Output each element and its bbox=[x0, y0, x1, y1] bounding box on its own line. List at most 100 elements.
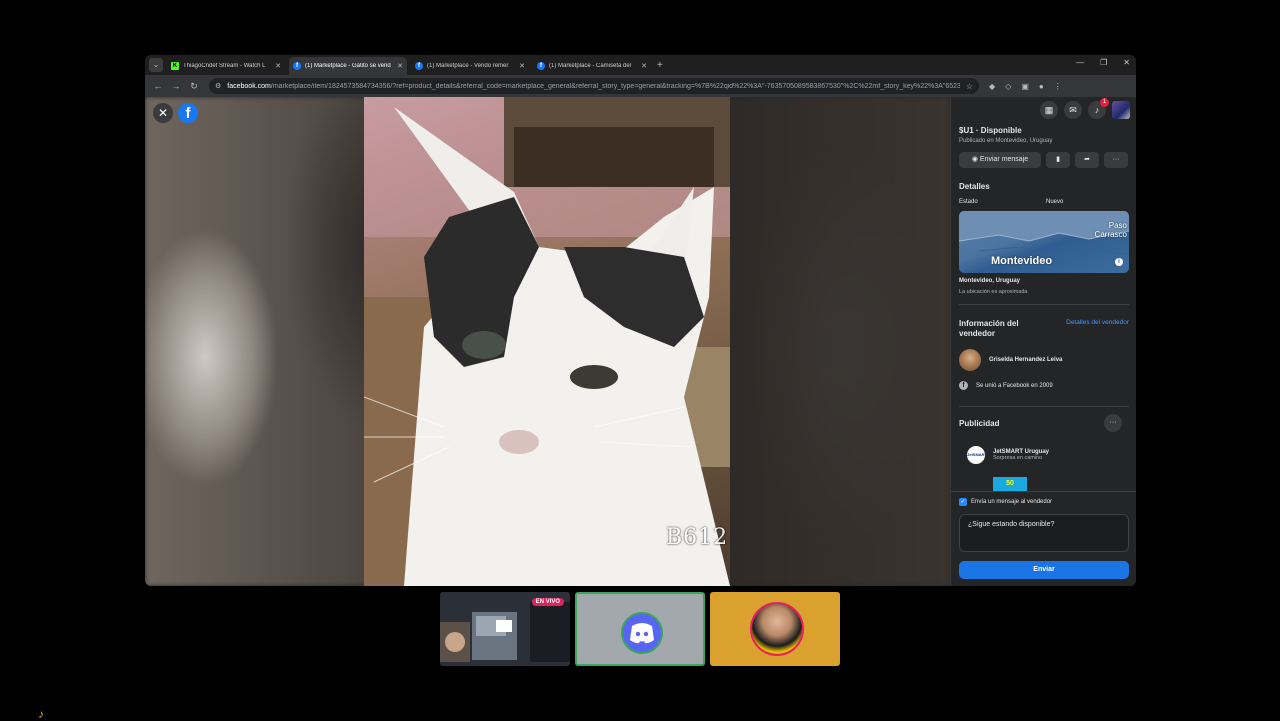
map-info-icon[interactable]: i bbox=[1115, 258, 1123, 266]
extensions-area: ◆ ◇ ▣ ● ⋮ bbox=[989, 82, 1062, 91]
cat-illustration bbox=[364, 97, 730, 586]
seller-joined-row: f Se unió a Facebook en 2009 bbox=[959, 381, 1129, 390]
seller-details-link[interactable]: Detalles del vendedor bbox=[1066, 319, 1129, 339]
tab-marketplace-remera[interactable]: f (1) Marketplace - Vendo remer ✕ bbox=[411, 57, 529, 75]
tab-search-button[interactable]: ⌄ bbox=[149, 58, 163, 72]
send-checkbox-label: Envía un mensaje al vendedor bbox=[971, 499, 1053, 505]
facebook-top-icons: ▦ ✉ ♪ 1 bbox=[1040, 98, 1130, 119]
facebook-icon: f bbox=[415, 62, 423, 70]
ads-more-button[interactable]: ··· bbox=[1104, 414, 1122, 432]
listing-price-status: $U1 · Disponible bbox=[959, 126, 1022, 135]
restore-icon[interactable]: ❐ bbox=[1100, 58, 1107, 67]
divider bbox=[959, 406, 1129, 407]
send-message-label: Enviar mensaje bbox=[979, 156, 1029, 163]
stream-webcam-tile: EN VIVO bbox=[440, 592, 570, 666]
extensions-puzzle-icon[interactable]: ▣ bbox=[1021, 82, 1029, 91]
corner-logo-icon: ♪ bbox=[38, 707, 44, 721]
kick-icon: K bbox=[171, 62, 179, 70]
tab-close-icon[interactable]: ✕ bbox=[641, 62, 647, 70]
tab-label: ThiagoCndef Stream - Watch L bbox=[183, 63, 266, 69]
location-map[interactable]: Paso Carrasco Montevideo i bbox=[959, 211, 1129, 273]
profile-avatar[interactable] bbox=[1112, 101, 1130, 119]
facebook-logo-icon[interactable]: f bbox=[178, 103, 198, 123]
tab-close-icon[interactable]: ✕ bbox=[275, 62, 281, 70]
url-path: /marketplace/item/1824573584734356/?ref=… bbox=[270, 82, 960, 90]
divider bbox=[959, 304, 1129, 305]
ad-text: JetSMART Uruguay Sorpresa en camino bbox=[993, 449, 1049, 461]
listing-sidebar: ▦ ✉ ♪ 1 $U1 · Disponible Publicado en Mon… bbox=[950, 97, 1136, 586]
bookmark-icon: ▮ bbox=[1056, 156, 1060, 163]
site-info-icon[interactable]: ⚙ bbox=[215, 82, 221, 90]
discord-icon bbox=[621, 612, 663, 654]
browser-window: ⌄ K ThiagoCndef Stream - Watch L ✕ f (1)… bbox=[145, 55, 1136, 586]
new-tab-button[interactable]: + bbox=[657, 60, 663, 71]
back-icon[interactable]: ← bbox=[153, 81, 163, 91]
seller-avatar[interactable] bbox=[959, 349, 981, 371]
location-text: Montevideo, Uruguay bbox=[959, 278, 1021, 284]
facebook-small-icon: f bbox=[959, 381, 968, 390]
tab-label: (1) Marketplace - Vendo remer bbox=[427, 63, 509, 69]
location-approx-note: La ubicación es aproximada bbox=[959, 289, 1028, 295]
send-message-button[interactable]: ◉ Enviar mensaje bbox=[959, 152, 1041, 168]
tab-close-icon[interactable]: ✕ bbox=[519, 62, 525, 70]
participant-avatar bbox=[750, 602, 804, 656]
extension-icon[interactable]: ◇ bbox=[1005, 82, 1011, 91]
url-domain: facebook.com bbox=[227, 82, 271, 90]
ad-logo-icon: JetSMART bbox=[967, 446, 987, 464]
stream-overlay-tiles: EN VIVO bbox=[440, 592, 840, 666]
profile-icon[interactable]: ● bbox=[1039, 82, 1044, 91]
tab-close-icon[interactable]: ✕ bbox=[397, 62, 403, 70]
page-viewport: B612 ✕ f ▦ ✉ ♪ 1 $U1 · Disponible Publica… bbox=[145, 97, 1136, 586]
reload-icon[interactable]: ↻ bbox=[189, 81, 199, 92]
send-checkbox-row[interactable]: ✓ Envía un mensaje al vendedor bbox=[959, 498, 1052, 506]
menu-grid-icon[interactable]: ▦ bbox=[1040, 101, 1058, 119]
seller-header: Información del vendedor Detalles del ve… bbox=[959, 319, 1129, 339]
condition-row: Estado Nuevo bbox=[959, 199, 1129, 205]
tab-marketplace-gatito[interactable]: f (1) Marketplace - Gatito se vend ✕ bbox=[289, 57, 407, 75]
ad-thumbnail[interactable]: 50 bbox=[993, 477, 1027, 491]
condition-label: Estado bbox=[959, 199, 978, 205]
window-controls: — ❐ ✕ bbox=[1076, 58, 1130, 67]
minimize-icon[interactable]: — bbox=[1076, 58, 1084, 67]
listing-published-location: Publicado en Montevideo, Uruguay bbox=[959, 138, 1053, 144]
tab-bar: ⌄ K ThiagoCndef Stream - Watch L ✕ f (1)… bbox=[145, 55, 1136, 75]
seller-info-heading: Información del vendedor bbox=[959, 319, 1019, 338]
ad-item[interactable]: JetSMART JetSMART Uruguay Sorpresa en ca… bbox=[967, 446, 1136, 464]
save-button[interactable]: ▮ bbox=[1046, 152, 1070, 168]
more-options-button[interactable]: ··· bbox=[1104, 152, 1128, 168]
discord-call-tile bbox=[575, 592, 705, 666]
facebook-icon: f bbox=[293, 62, 301, 70]
send-checkbox[interactable]: ✓ bbox=[959, 498, 967, 506]
tab-label: (1) Marketplace - Camiseta del bbox=[549, 63, 632, 69]
discord-glyph bbox=[630, 623, 654, 644]
messenger-icon[interactable]: ✉ bbox=[1064, 101, 1082, 119]
more-dots-icon: ··· bbox=[1112, 156, 1120, 163]
message-input[interactable]: ¿Sigue estando disponible? bbox=[959, 514, 1129, 552]
address-bar[interactable]: ⚙ facebook.com /marketplace/item/1824573… bbox=[209, 78, 979, 94]
tab-kick-stream[interactable]: K ThiagoCndef Stream - Watch L ✕ bbox=[167, 57, 285, 75]
notifications-bell-icon[interactable]: ♪ 1 bbox=[1088, 98, 1109, 119]
send-button[interactable]: Enviar bbox=[959, 561, 1129, 579]
browser-toolbar: ← → ↻ ⚙ facebook.com /marketplace/item/1… bbox=[145, 75, 1136, 97]
map-label-paso-carrasco: Paso Carrasco bbox=[1094, 221, 1127, 239]
share-arrow-icon: ➦ bbox=[1084, 156, 1090, 163]
seller-name[interactable]: Griselda Hernandez Leiva bbox=[989, 357, 1062, 363]
facebook-icon: f bbox=[537, 62, 545, 70]
tab-label: (1) Marketplace - Gatito se vend bbox=[305, 63, 391, 69]
tab-marketplace-camiseta[interactable]: f (1) Marketplace - Camiseta del ✕ bbox=[533, 57, 651, 75]
notification-badge: 1 bbox=[1100, 98, 1109, 107]
send-message-box: ✓ Envía un mensaje al vendedor ¿Sigue es… bbox=[951, 491, 1136, 586]
listing-photo-cat: B612 bbox=[364, 97, 730, 586]
condition-value: Nuevo bbox=[1046, 199, 1064, 205]
close-window-icon[interactable]: ✕ bbox=[1123, 58, 1130, 67]
bookmark-star-icon[interactable]: ☆ bbox=[960, 82, 973, 91]
seller-row[interactable]: Griselda Hernandez Leiva bbox=[959, 349, 1129, 371]
seller-joined-text: Se unió a Facebook en 2009 bbox=[976, 382, 1053, 389]
listing-actions: ◉ Enviar mensaje ▮ ➦ ··· bbox=[959, 152, 1129, 168]
close-viewer-button[interactable]: ✕ bbox=[153, 103, 173, 123]
extension-icon[interactable]: ◆ bbox=[989, 82, 995, 91]
menu-kebab-icon[interactable]: ⋮ bbox=[1054, 82, 1062, 91]
forward-icon[interactable]: → bbox=[171, 81, 181, 91]
participant-tile bbox=[710, 592, 840, 666]
share-button[interactable]: ➦ bbox=[1075, 152, 1099, 168]
